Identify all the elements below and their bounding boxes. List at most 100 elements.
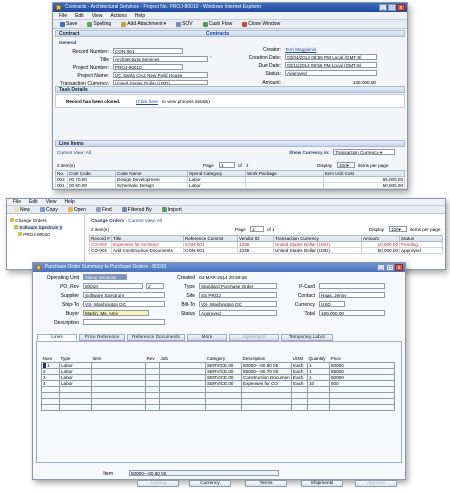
tree-item-change-orders[interactable]: Change Orders (10, 218, 47, 223)
maximize-button[interactable]: □ (386, 264, 394, 271)
record-number-field[interactable]: CON-001 (113, 48, 183, 54)
sov-button[interactable]: SOV (173, 21, 196, 28)
sov-icon (176, 21, 182, 27)
maximize-button[interactable]: □ (388, 4, 396, 11)
terms-button[interactable]: Terms (245, 480, 287, 487)
cell[interactable] (307, 403, 330, 411)
spelling-button[interactable]: Spelling (84, 21, 114, 28)
page-label: Page (235, 227, 246, 232)
cell[interactable] (291, 403, 308, 411)
project-name-field[interactable]: UC Santa Cruz New Field House (113, 72, 208, 78)
item-description-field[interactable]: 50000---00 60 00 (129, 470, 279, 476)
p-card-field[interactable] (319, 283, 385, 289)
buyer-label: Buyer (65, 311, 79, 317)
click-here-link[interactable]: (Click here (136, 99, 158, 104)
bill-to-field[interactable]: VS- Washington DC (199, 301, 277, 307)
operating-unit-label: Operating Unit (46, 275, 79, 281)
display-select[interactable]: 100▾ (337, 162, 355, 168)
creation-date-field[interactable]: 03/04/2014 08:56 PM Local (GMT-8) (285, 54, 377, 60)
new-button[interactable]: New (11, 206, 33, 213)
cell[interactable] (41, 403, 60, 411)
page-input[interactable]: 1 (250, 226, 264, 232)
tree-item-software-spectrum[interactable]: Software Spectrum (t (14, 225, 63, 230)
currency-select[interactable]: Transaction Currency ▾ (333, 149, 395, 155)
operating-unit-field[interactable]: Vision Services (83, 274, 127, 280)
supplier-label: Supplier (60, 293, 79, 299)
cell[interactable]: Construction Documen (241, 373, 292, 381)
col-record[interactable]: Record # (89, 235, 112, 242)
cell[interactable] (241, 403, 292, 411)
transaction-currency-field[interactable]: United States Dollar (USD) (113, 80, 208, 85)
minimize-button[interactable]: _ (377, 264, 385, 271)
save-button[interactable]: Save (57, 21, 80, 28)
title-field[interactable]: Architectural Services (113, 56, 208, 62)
of-label: of 1 (267, 227, 275, 232)
show-currency-label: Show Currency in: (289, 150, 330, 155)
display-select[interactable]: 100▾ (389, 226, 407, 232)
status-field[interactable]: Approved (199, 310, 277, 316)
status-field[interactable]: Approved (285, 70, 377, 76)
currency-button[interactable]: Currency (189, 480, 231, 487)
task-details-label: Task Details (59, 87, 88, 93)
close-icon[interactable]: x (397, 4, 405, 11)
page-input[interactable]: 1 (219, 162, 235, 168)
display-value: 100 (339, 163, 347, 168)
open-button[interactable]: Open (65, 206, 89, 213)
contact-field[interactable]: Haas, Jenny (319, 292, 385, 298)
cell[interactable] (329, 403, 395, 411)
supplier-field[interactable]: Software Spectrum (83, 292, 165, 298)
due-date-label: Due Date: (258, 63, 281, 69)
tree-item-project[interactable]: PROJ-80010 (18, 232, 50, 237)
cash-flow-button[interactable]: Cash Flow (200, 21, 236, 28)
table-row[interactable]: CO-001 Add Construction Documents CON-001 1… (89, 247, 443, 254)
due-date-field[interactable]: 03/11/2014 08:56 PM Local (GMT-8) (285, 62, 377, 68)
menu-actions[interactable]: Actions (110, 12, 126, 19)
total-field[interactable]: 190,000.00 (319, 310, 385, 316)
close-window-button[interactable]: Close Window (239, 21, 283, 28)
sov-label: SOV (182, 21, 193, 27)
tab-temporary-labor[interactable]: Temporary Labor (281, 334, 333, 341)
currency-label: Currency (294, 302, 315, 308)
copy-button[interactable]: Copy (37, 206, 61, 213)
close-icon[interactable]: x (395, 264, 403, 271)
tab-more[interactable]: More (187, 334, 227, 341)
site-field[interactable]: SS PROJ (199, 292, 277, 298)
table-row[interactable]: 001 00 60.00 Schematic Design Labor 50,000.0… (55, 182, 405, 189)
menu-help[interactable]: Help (135, 12, 145, 19)
tab-price-reference[interactable]: Price Reference (79, 334, 125, 341)
tab-agreement: Agreement (229, 334, 279, 341)
type-field[interactable]: Standard Purchase Order (199, 283, 277, 289)
table-row[interactable] (41, 403, 395, 411)
description-field[interactable] (83, 319, 165, 325)
shipments-button[interactable]: Shipments (301, 480, 343, 487)
minimize-button[interactable]: _ (379, 4, 387, 11)
menu-help[interactable]: Help (64, 199, 74, 205)
add-attachment-button[interactable]: Add Attachment ▾ (118, 21, 169, 28)
currency-field[interactable]: USD (319, 301, 345, 307)
num-value: 1 (47, 362, 50, 368)
find-button[interactable]: Find (93, 206, 115, 213)
contract-header-label: Contract (59, 31, 80, 37)
cell[interactable] (145, 403, 160, 411)
cell[interactable] (205, 403, 242, 411)
menu-edit[interactable]: Edit (75, 12, 84, 19)
menu-file[interactable]: File (59, 12, 67, 19)
tab-lines[interactable]: Lines (37, 334, 77, 341)
tab-reference-documents[interactable]: Reference Documents (127, 334, 185, 341)
cell[interactable] (159, 403, 206, 411)
cell[interactable] (59, 403, 92, 411)
revision-field[interactable]: 2 (146, 283, 164, 289)
cell[interactable] (91, 403, 146, 411)
buyer-field[interactable]: Martin, Ms. Amy (83, 310, 149, 316)
project-number-field[interactable]: PROJ-80010 (113, 64, 183, 70)
menu-view[interactable]: View (92, 12, 103, 19)
filtered-by-button[interactable]: Filtered By (119, 206, 155, 213)
creator-link[interactable]: Terri Magginnis (285, 47, 316, 52)
cell: 50,000.00 (361, 247, 400, 254)
import-button[interactable]: Import (159, 206, 185, 213)
menu-file[interactable]: File (13, 199, 21, 205)
ship-to-field[interactable]: VS- Washington DC (83, 301, 165, 307)
menu-edit[interactable]: Edit (29, 199, 38, 205)
po-number-field[interactable]: 80010 (83, 283, 143, 289)
menu-view[interactable]: View (46, 199, 57, 205)
